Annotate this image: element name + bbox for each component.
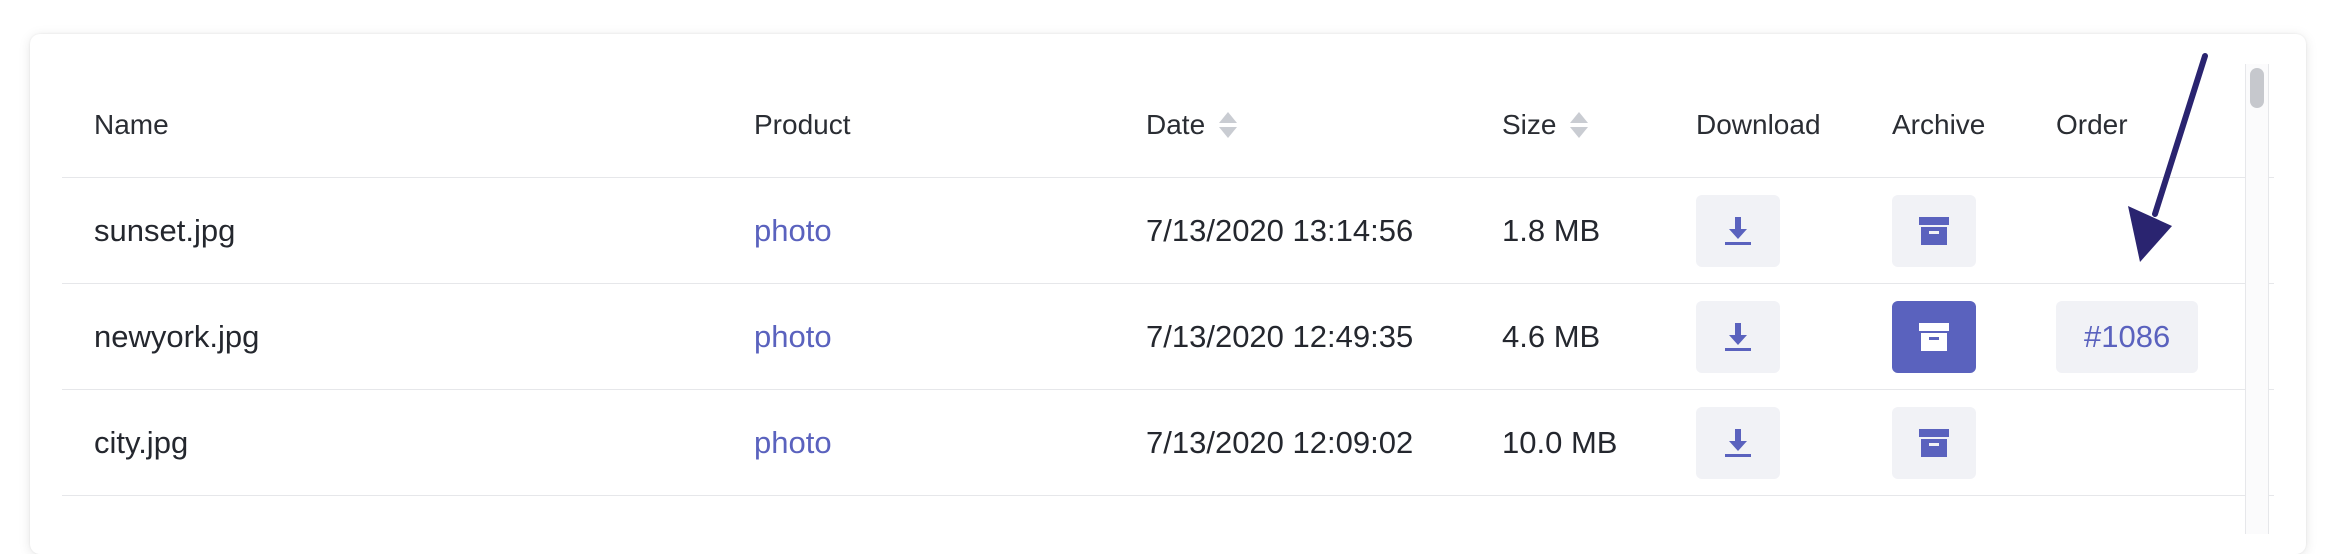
header-order: Order xyxy=(2056,72,2128,177)
archive-cell xyxy=(1892,178,1976,283)
product-link[interactable]: photo xyxy=(754,284,832,389)
file-size: 10.0 MB xyxy=(1502,424,1618,460)
archive-cell xyxy=(1892,284,1976,389)
archive-button-active[interactable] xyxy=(1892,300,1976,373)
download-button[interactable] xyxy=(1696,406,1780,479)
product-link[interactable]: photo xyxy=(754,390,832,495)
file-name: newyork.jpg xyxy=(94,318,260,354)
header-product: Product xyxy=(754,72,851,177)
table-header-row: Name Product Date Size Download Archive … xyxy=(62,72,2274,178)
order-link[interactable]: #1086 xyxy=(2056,300,2199,373)
download-icon xyxy=(1725,216,1751,245)
order-cell: #1086 xyxy=(2056,284,2199,389)
download-icon xyxy=(1725,322,1751,351)
download-cell xyxy=(1696,178,1780,283)
table-row: newyork.jpg photo 7/13/2020 12:49:35 4.6… xyxy=(62,284,2274,390)
file-date: 7/13/2020 13:14:56 xyxy=(1146,212,1414,248)
download-button[interactable] xyxy=(1696,300,1780,373)
header-date-label[interactable]: Date xyxy=(1146,109,1205,141)
header-name: Name xyxy=(94,72,169,177)
download-cell xyxy=(1696,284,1780,389)
download-icon xyxy=(1725,428,1751,457)
table-row: city.jpg photo 7/13/2020 12:09:02 10.0 M… xyxy=(62,390,2274,496)
archive-cell xyxy=(1892,390,1976,495)
archive-button[interactable] xyxy=(1892,406,1976,479)
product-link[interactable]: photo xyxy=(754,178,832,283)
header-size-label[interactable]: Size xyxy=(1502,109,1556,141)
download-button[interactable] xyxy=(1696,194,1780,267)
header-archive-label: Archive xyxy=(1892,108,1986,140)
archive-box-icon xyxy=(1919,428,1949,457)
file-name: city.jpg xyxy=(94,424,189,460)
file-size: 4.6 MB xyxy=(1502,318,1601,354)
files-panel: Name Product Date Size Download Archive … xyxy=(30,34,2306,554)
file-date: 7/13/2020 12:49:35 xyxy=(1146,318,1414,354)
file-date: 7/13/2020 12:09:02 xyxy=(1146,424,1414,460)
header-date[interactable]: Date xyxy=(1146,72,1238,177)
archive-box-icon xyxy=(1919,216,1949,245)
header-download: Download xyxy=(1696,72,1821,177)
header-product-label: Product xyxy=(754,108,851,140)
header-name-label: Name xyxy=(94,108,169,140)
file-name: sunset.jpg xyxy=(94,212,236,248)
vertical-scrollbar[interactable] xyxy=(2245,64,2269,534)
table-row: sunset.jpg photo 7/13/2020 13:14:56 1.8 … xyxy=(62,178,2274,284)
header-order-label: Order xyxy=(2056,108,2128,140)
download-cell xyxy=(1696,390,1780,495)
archive-box-icon xyxy=(1919,322,1949,351)
header-archive: Archive xyxy=(1892,72,1985,177)
file-size: 1.8 MB xyxy=(1502,212,1601,248)
header-download-label: Download xyxy=(1696,108,1821,140)
sort-icon[interactable] xyxy=(1570,111,1589,138)
header-size[interactable]: Size xyxy=(1502,72,1589,177)
archive-button[interactable] xyxy=(1892,194,1976,267)
sort-icon[interactable] xyxy=(1219,111,1238,138)
scrollbar-thumb[interactable] xyxy=(2250,68,2264,108)
